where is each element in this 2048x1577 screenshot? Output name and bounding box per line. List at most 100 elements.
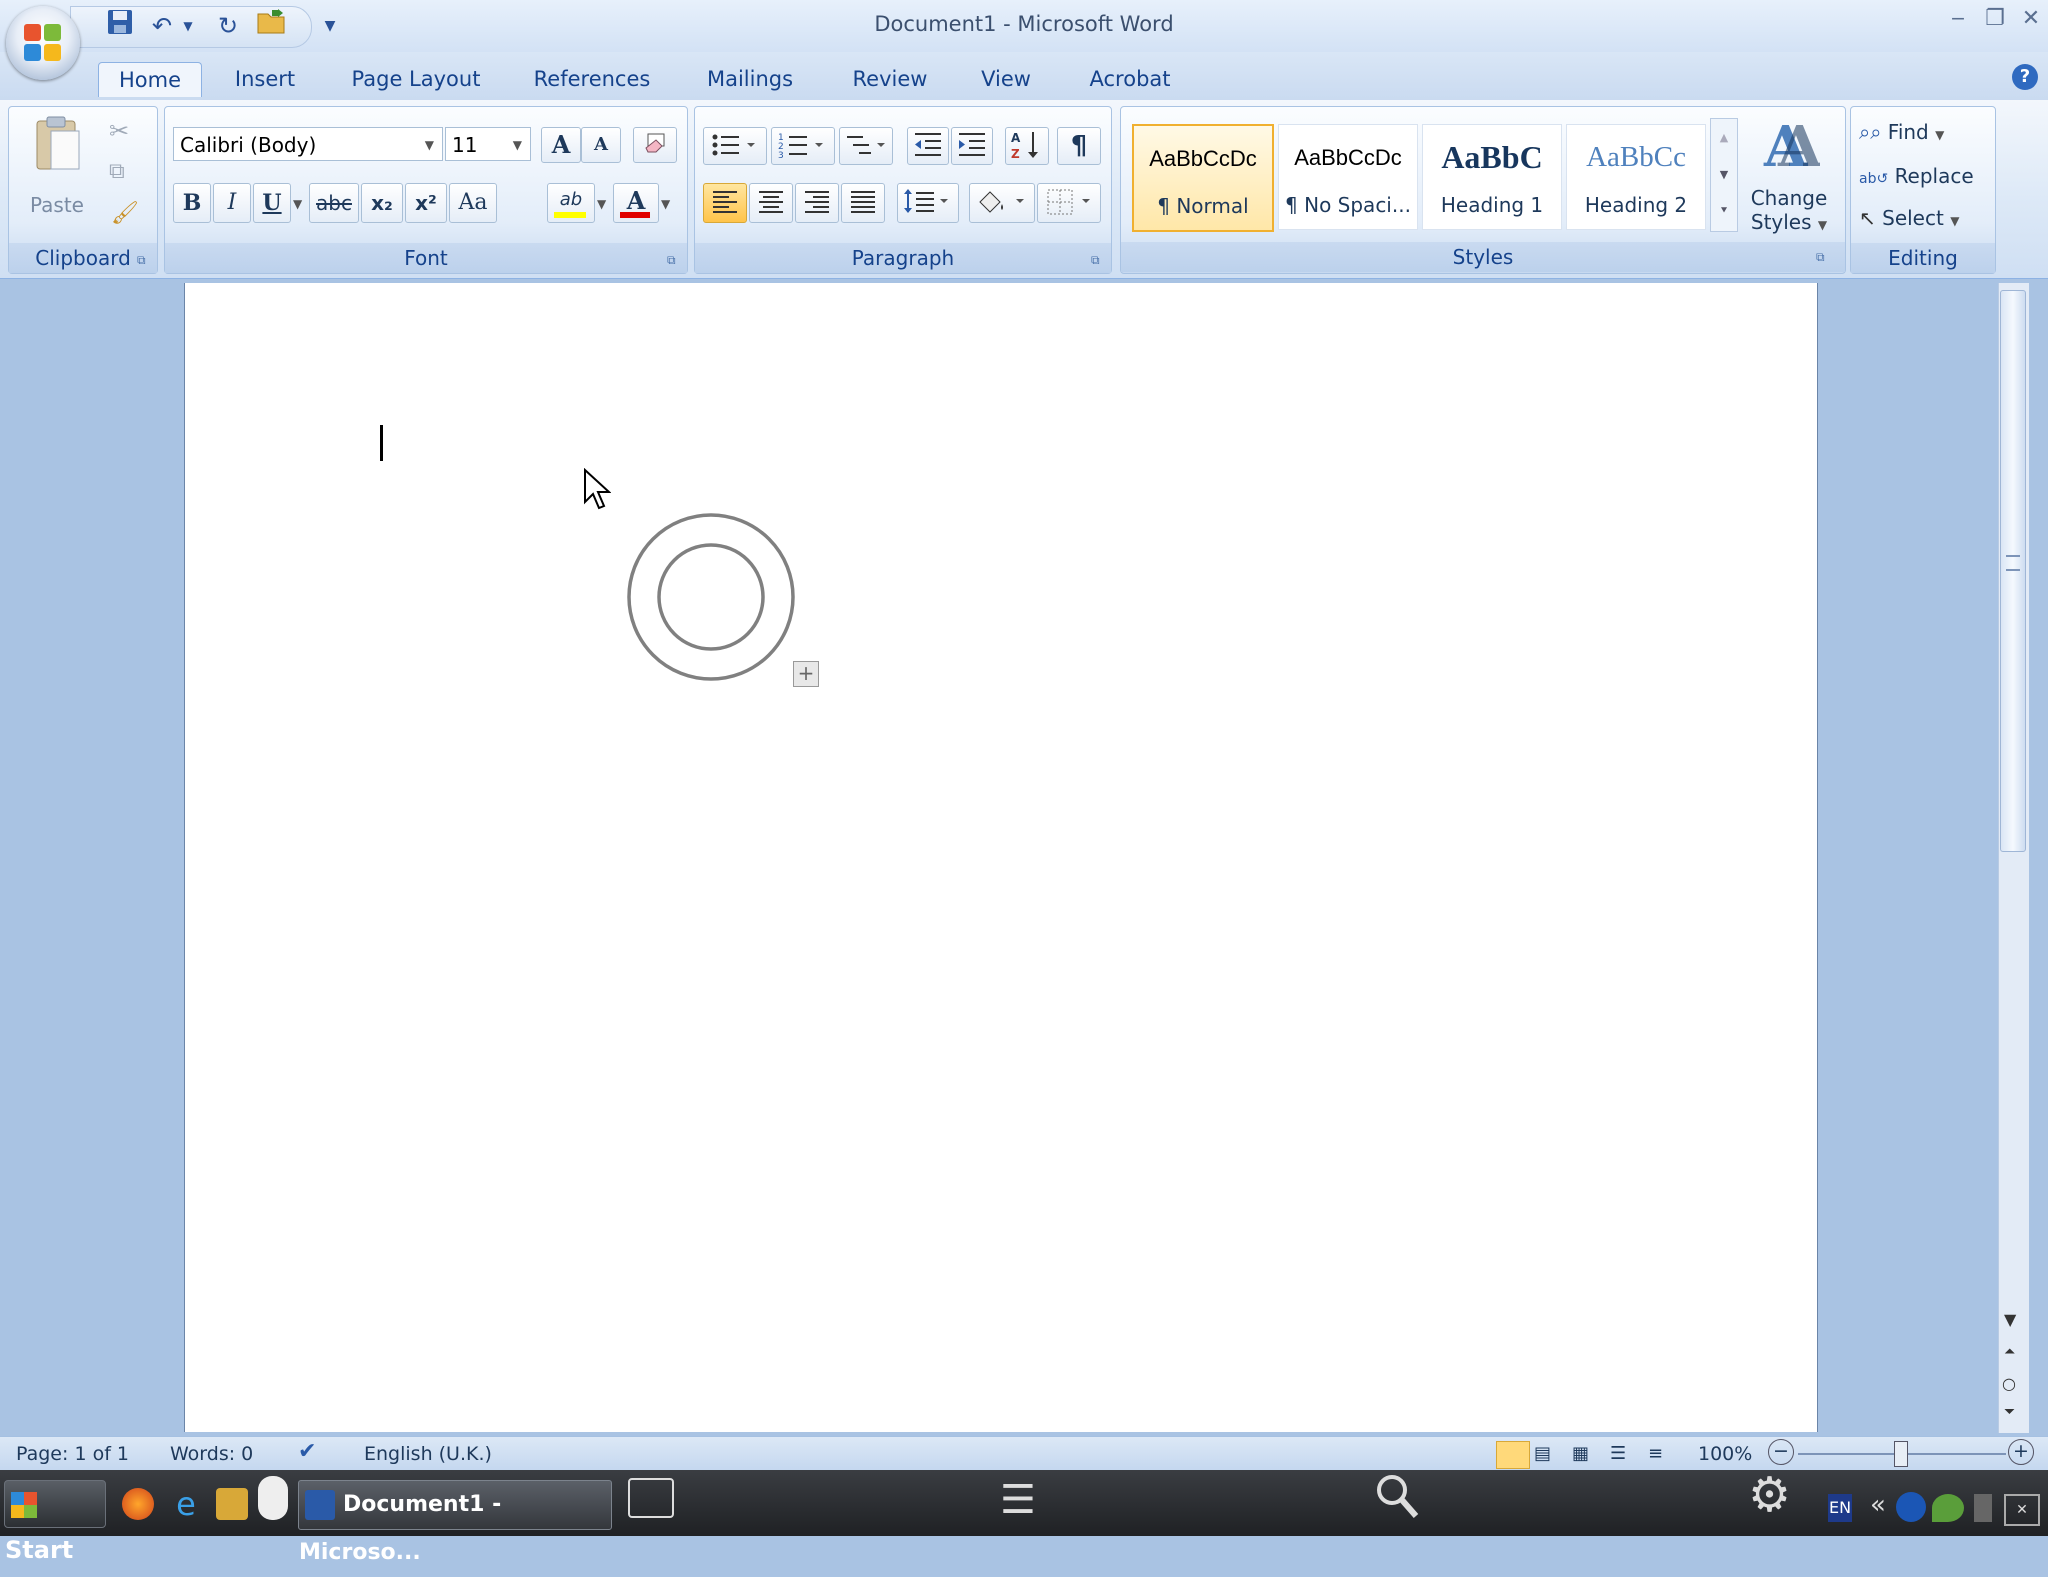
- app-icon[interactable]: [216, 1488, 248, 1520]
- sort-button[interactable]: AZ: [1005, 127, 1049, 165]
- next-page-icon[interactable]: ⏷: [2004, 1404, 2015, 1420]
- highlight-dropdown-icon[interactable]: ▼: [597, 197, 606, 211]
- restore-button[interactable]: ❐: [1980, 6, 2010, 36]
- close-button[interactable]: ✕: [2016, 6, 2046, 36]
- highlight-button[interactable]: ab: [547, 183, 595, 223]
- tab-acrobat[interactable]: Acrobat: [1074, 62, 1186, 96]
- show-formatting-button[interactable]: ¶: [1057, 127, 1101, 165]
- full-screen-reading-icon[interactable]: ▤: [1534, 1443, 1551, 1464]
- line-spacing-button[interactable]: [897, 183, 959, 223]
- taskbar-word-item[interactable]: Document1 - Microso...: [298, 1480, 612, 1565]
- change-case-button[interactable]: Aa: [449, 183, 497, 223]
- browse-object-icon[interactable]: ○: [2002, 1374, 2016, 1393]
- superscript-button[interactable]: x²: [405, 183, 447, 223]
- font-launcher-icon[interactable]: ⧉: [667, 253, 681, 267]
- find-button[interactable]: ⌕⌕ Find ▼: [1859, 115, 1944, 149]
- office-button[interactable]: [6, 6, 80, 80]
- chat-bubble-icon[interactable]: [1932, 1494, 1964, 1522]
- shrink-font-button[interactable]: A: [581, 127, 621, 163]
- style-no-spacing[interactable]: AaBbCcDc ¶ No Spaci...: [1278, 124, 1418, 230]
- tray-app-icon[interactable]: [1896, 1492, 1926, 1522]
- web-layout-icon[interactable]: ▦: [1572, 1443, 1589, 1464]
- language-status[interactable]: English (U.K.): [364, 1443, 492, 1465]
- bullets-button[interactable]: [703, 127, 767, 165]
- tab-home[interactable]: Home: [98, 62, 202, 97]
- tab-references[interactable]: References: [520, 62, 664, 96]
- page-count[interactable]: Page: 1 of 1: [16, 1443, 129, 1465]
- bold-button[interactable]: B: [173, 183, 211, 223]
- font-color-dropdown-icon[interactable]: ▼: [661, 197, 670, 211]
- copy-icon[interactable]: ⧉: [109, 159, 125, 184]
- scroll-down-icon[interactable]: ▼: [1711, 156, 1737, 193]
- align-center-button[interactable]: [749, 183, 793, 223]
- show-hidden-icons-icon[interactable]: «: [1870, 1490, 1886, 1520]
- subscript-button[interactable]: x₂: [361, 183, 403, 223]
- outline-view-icon[interactable]: ☰: [1610, 1443, 1626, 1464]
- firefox-icon[interactable]: [122, 1488, 154, 1520]
- proofing-icon[interactable]: ✔: [298, 1439, 316, 1464]
- numbering-button[interactable]: 123: [771, 127, 835, 165]
- tab-review[interactable]: Review: [840, 62, 940, 96]
- battery-icon[interactable]: [1974, 1494, 1992, 1522]
- mouse-icon[interactable]: [258, 1476, 288, 1520]
- font-name-combo[interactable]: Calibri (Body) ▼: [173, 127, 443, 161]
- grow-font-button[interactable]: A: [541, 127, 581, 163]
- help-icon[interactable]: ?: [2012, 64, 2038, 90]
- zoom-out-icon[interactable]: −: [1768, 1439, 1794, 1465]
- select-button[interactable]: ↖ Select ▼: [1859, 201, 1959, 235]
- strikethrough-button[interactable]: abc: [309, 183, 359, 223]
- chevron-down-icon[interactable]: ▼: [425, 128, 434, 162]
- paragraph-launcher-icon[interactable]: ⧉: [1091, 253, 1105, 267]
- cut-icon[interactable]: ✂: [109, 117, 129, 145]
- close-window-icon[interactable]: ✕: [2004, 1494, 2040, 1526]
- font-color-button[interactable]: A: [613, 183, 659, 223]
- document-page[interactable]: +: [184, 283, 1818, 1432]
- styles-launcher-icon[interactable]: ⧉: [1816, 250, 1830, 264]
- language-indicator[interactable]: EN: [1828, 1494, 1852, 1522]
- font-size-combo[interactable]: 11 ▼: [445, 127, 531, 161]
- paste-button[interactable]: Paste: [27, 115, 87, 217]
- concentric-circles-shape[interactable]: [625, 511, 805, 691]
- tab-view[interactable]: View: [966, 62, 1046, 96]
- start-button[interactable]: Start: [4, 1480, 106, 1564]
- italic-button[interactable]: I: [213, 183, 251, 223]
- underline-dropdown-icon[interactable]: ▼: [293, 197, 302, 211]
- add-shape-icon[interactable]: +: [793, 661, 819, 687]
- previous-page-icon[interactable]: ⏶: [2004, 1344, 2015, 1360]
- change-styles-button[interactable]: A A Change Styles ▼: [1744, 112, 1834, 240]
- gear-icon[interactable]: ⚙: [1748, 1470, 1791, 1520]
- replace-button[interactable]: ab↺ Replace: [1859, 159, 1974, 193]
- clear-formatting-button[interactable]: [633, 127, 677, 163]
- increase-indent-button[interactable]: [951, 127, 993, 165]
- zoom-level[interactable]: 100%: [1698, 1443, 1752, 1465]
- menu-lines-icon[interactable]: ☰: [1000, 1480, 1036, 1520]
- clipboard-launcher-icon[interactable]: ⧉: [137, 253, 151, 267]
- decrease-indent-button[interactable]: [907, 127, 949, 165]
- shading-button[interactable]: [969, 183, 1035, 223]
- more-styles-icon[interactable]: ⯆: [1711, 193, 1737, 229]
- word-count[interactable]: Words: 0: [170, 1443, 253, 1465]
- align-right-button[interactable]: [795, 183, 839, 223]
- scroll-down-arrow-icon[interactable]: ▼: [2004, 1310, 2016, 1329]
- tab-mailings[interactable]: Mailings: [690, 62, 810, 96]
- format-painter-icon[interactable]: 🖌: [111, 201, 139, 226]
- style-heading-1[interactable]: AaBbC Heading 1: [1422, 124, 1562, 230]
- multilevel-list-button[interactable]: [839, 127, 893, 165]
- draft-view-icon[interactable]: ≡: [1648, 1443, 1663, 1464]
- style-heading-2[interactable]: AaBbCc Heading 2: [1566, 124, 1706, 230]
- style-normal[interactable]: AaBbCcDc ¶ Normal: [1132, 124, 1274, 232]
- zoom-in-icon[interactable]: +: [2008, 1439, 2034, 1465]
- scroll-thumb[interactable]: [2000, 290, 2026, 852]
- tab-page-layout[interactable]: Page Layout: [340, 62, 492, 96]
- print-layout-view-icon[interactable]: [1496, 1441, 1530, 1469]
- tab-insert[interactable]: Insert: [220, 62, 310, 96]
- align-left-button[interactable]: [703, 183, 747, 223]
- search-icon[interactable]: [1374, 1472, 1419, 1520]
- minimize-button[interactable]: ‒: [1943, 6, 1973, 36]
- keyboard-icon[interactable]: [628, 1478, 674, 1518]
- internet-explorer-icon[interactable]: e: [170, 1488, 202, 1520]
- justify-button[interactable]: [841, 183, 885, 223]
- chevron-down-icon[interactable]: ▼: [513, 128, 522, 162]
- borders-button[interactable]: [1037, 183, 1101, 223]
- scroll-up-icon[interactable]: ▲: [1711, 119, 1737, 156]
